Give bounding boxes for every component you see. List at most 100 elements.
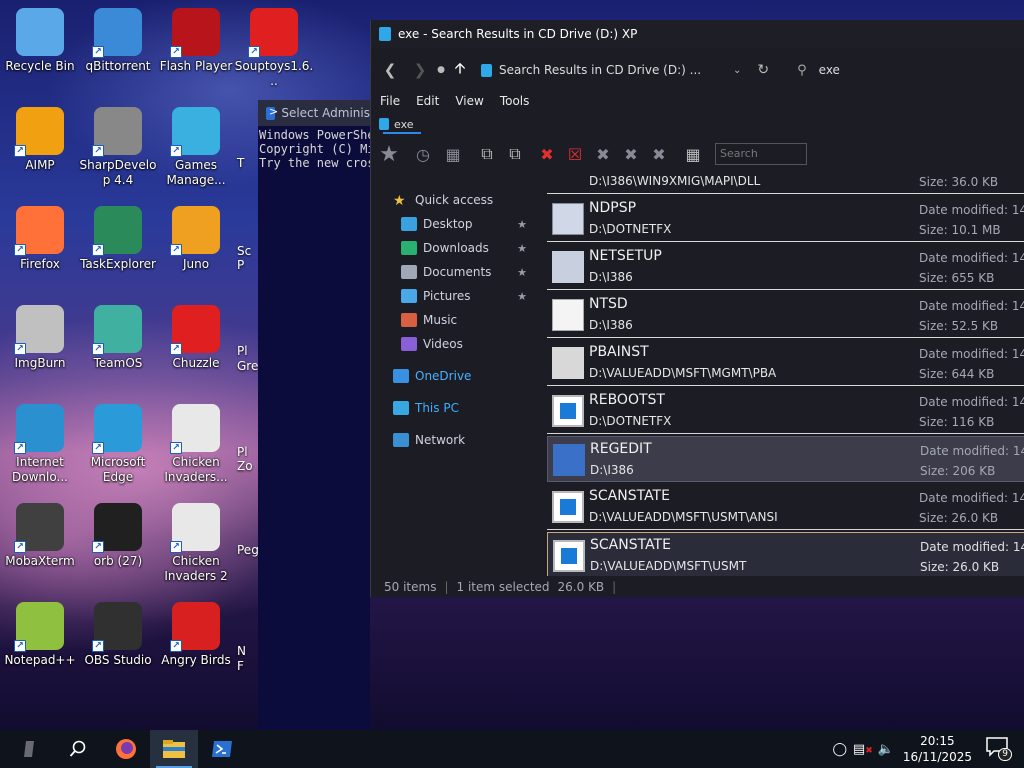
file-row[interactable]: SCANSTATE Date modified: 14/0 D:\VALUEADD\… xyxy=(547,484,1024,530)
back-button[interactable]: ❮ xyxy=(375,61,405,79)
file-date-modified: Date modified: 14/0 xyxy=(919,395,1024,409)
desktop-icon[interactable]: ↗ ImgBurn xyxy=(0,301,80,397)
desktop-icon-label: Recycle Bin xyxy=(5,59,75,73)
taskbar-file-explorer[interactable] xyxy=(150,730,198,768)
windows-logo-icon[interactable]: ▦ xyxy=(439,142,467,166)
powershell-window[interactable]: Select Adminis Windows PowerSheCopyright… xyxy=(258,100,375,730)
scissors-icon[interactable]: ✖ xyxy=(617,142,645,166)
explorer-titlebar[interactable]: exe - Search Results in CD Drive (D:) XP xyxy=(371,20,1024,48)
desktop-icon[interactable]: ↗ Games Manage... xyxy=(156,103,236,199)
desktop-icon[interactable]: Recycle Bin xyxy=(0,4,80,100)
nav-item-desktop[interactable]: Desktop ★ xyxy=(371,212,531,236)
file-row[interactable]: D:\I386\WIN9XMIG\MAPI\DLL Size: 36.0 KB xyxy=(547,168,1024,194)
start-icon xyxy=(24,741,34,757)
nav-item-documents[interactable]: Documents ★ xyxy=(371,260,531,284)
powershell-titlebar[interactable]: Select Adminis xyxy=(258,100,370,126)
file-size: Size: 52.5 KB xyxy=(919,319,999,333)
nav-item-this-pc[interactable]: This PC xyxy=(371,396,531,420)
desktop-icon[interactable]: ↗ SharpDevelop 4.4 xyxy=(78,103,158,199)
search-input[interactable]: exe xyxy=(819,63,840,77)
undo-icon[interactable]: ✖ xyxy=(645,142,673,166)
nav-item-star[interactable]: ★ Quick access xyxy=(371,188,531,212)
nav-item-onedrive[interactable]: OneDrive xyxy=(371,364,531,388)
forward-button[interactable]: ❯ xyxy=(405,61,435,79)
desktop-icon[interactable]: ↗ OBS Studio xyxy=(78,598,158,694)
desktop-icon[interactable]: ↗ AIMP xyxy=(0,103,80,199)
desktop-icon-label: TaskExplorer xyxy=(80,257,156,271)
volume-muted-icon[interactable]: 🔈 xyxy=(875,742,897,757)
desktop-icon[interactable]: ↗ Chicken Invaders... xyxy=(156,400,236,496)
toolbar-search-input[interactable]: Search xyxy=(715,143,807,165)
file-row[interactable]: PBAINST Date modified: 14/0 D:\VALUEADD\MS… xyxy=(547,340,1024,386)
nav-item-pictures[interactable]: Pictures ★ xyxy=(371,284,531,308)
menu-bar: File Edit View Tools xyxy=(371,94,545,110)
shortcut-arrow-icon: ↗ xyxy=(170,145,182,157)
network-status-icon[interactable]: ▤✖ xyxy=(851,742,875,757)
tab-exe[interactable]: exe xyxy=(379,116,414,132)
desktop-icon[interactable]: ↗ orb (27) xyxy=(78,499,158,595)
favorites-star-icon[interactable]: ★ xyxy=(375,142,403,167)
angry-birds-icon: ↗ xyxy=(170,602,220,652)
desktop-icon[interactable]: ↗ Flash Player xyxy=(156,4,236,100)
move-to-icon[interactable]: ⧉ xyxy=(501,142,529,166)
file-row[interactable]: NTSD Date modified: 14/0 D:\I386 Size: 52.5… xyxy=(547,292,1024,338)
nav-item-downloads[interactable]: Downloads ★ xyxy=(371,236,531,260)
chicken-invaders-2-icon: ↗ xyxy=(170,503,220,553)
network-icon xyxy=(393,433,409,447)
refresh-button[interactable]: ↻ xyxy=(757,62,769,78)
delete-icon[interactable]: ✖ xyxy=(533,142,561,166)
desktop-icon[interactable]: ↗ Chuzzle xyxy=(156,301,236,397)
file-row[interactable]: NDPSP Date modified: 14/0 D:\DOTNETFX Size:… xyxy=(547,196,1024,242)
menu-edit[interactable]: Edit xyxy=(416,94,439,110)
file-row[interactable]: REGEDIT Date modified: 14/0 D:\I386 Size: 2… xyxy=(547,436,1024,482)
file-path: D:\VALUEADD\MSFT\USMT\ANSI xyxy=(589,510,778,524)
file-row[interactable]: NETSETUP Date modified: 14/0 D:\I386 Size: … xyxy=(547,244,1024,290)
desktop-icon[interactable]: ↗ Angry Birds xyxy=(156,598,236,694)
file-date-modified: Date modified: 14/0 xyxy=(919,203,1024,217)
system-tray: ◯ ▤✖ 🔈 20:15 16/11/2025 9 xyxy=(829,730,1024,768)
start-button[interactable] xyxy=(6,730,54,768)
nav-item-music[interactable]: Music xyxy=(371,308,531,332)
sharpdevelop-icon: ↗ xyxy=(92,107,142,157)
menu-file[interactable]: File xyxy=(380,94,400,110)
up-button[interactable]: 🡩 xyxy=(447,58,473,83)
file-row[interactable]: SCANSTATE Date modified: 14/0 D:\VALUEADD\… xyxy=(547,532,1024,576)
powershell-console[interactable]: Windows PowerShe Copyright (C) Mi Try the … xyxy=(258,126,375,170)
menu-view[interactable]: View xyxy=(455,94,483,110)
desktop-icon[interactable]: ↗ Juno xyxy=(156,202,236,298)
recent-locations-button[interactable]: ● xyxy=(435,65,447,75)
delete-permanent-icon[interactable]: ☒ xyxy=(561,142,589,166)
nav-item-network[interactable]: Network xyxy=(371,428,531,452)
file-explorer-window[interactable]: exe - Search Results in CD Drive (D:) XP… xyxy=(370,20,1024,597)
meet-now-icon[interactable]: ◯ xyxy=(829,742,851,757)
desktop-icon-label: TeamOS xyxy=(93,356,143,370)
taskbar-powershell[interactable] xyxy=(198,730,246,768)
view-options-icon[interactable]: ▦ xyxy=(679,142,707,166)
clock[interactable]: 20:15 16/11/2025 xyxy=(903,733,972,765)
menu-tools[interactable]: Tools xyxy=(500,94,530,110)
shortcut-arrow-icon: ↗ xyxy=(92,46,104,58)
breadcrumb[interactable]: Search Results in CD Drive (D:) ... xyxy=(481,63,731,77)
copy-to-icon[interactable]: ⧉ xyxy=(473,142,501,166)
desktop-icon[interactable]: ↗ Souptoys1.6... xyxy=(234,4,314,100)
history-icon[interactable]: ◷ xyxy=(409,142,437,166)
search-button[interactable] xyxy=(54,730,102,768)
address-dropdown-button[interactable]: ⌄ xyxy=(733,65,741,76)
file-row[interactable]: REBOOTST Date modified: 14/0 D:\DOTNETFX Si… xyxy=(547,388,1024,434)
nav-item-label: Videos xyxy=(423,337,463,351)
desktop-icon[interactable]: ↗ MobaXterm xyxy=(0,499,80,595)
desktop-icon[interactable]: ↗ Microsoft Edge xyxy=(78,400,158,496)
notification-center-button[interactable]: 9 xyxy=(986,737,1012,761)
desktop-icon[interactable]: ↗ qBittorrent xyxy=(78,4,158,100)
desktop-icon[interactable]: ↗ Firefox xyxy=(0,202,80,298)
nav-item-videos[interactable]: Videos xyxy=(371,332,531,356)
taskbar-firefox[interactable] xyxy=(102,730,150,768)
cut-icon[interactable]: ✖ xyxy=(589,142,617,166)
desktop-icon[interactable]: ↗ Chicken Invaders 2 xyxy=(156,499,236,595)
desktop-icon[interactable]: ↗ TeamOS xyxy=(78,301,158,397)
desktop-icon[interactable]: ↗ TaskExplorer xyxy=(78,202,158,298)
desktop-icon[interactable]: ↗ Notepad++ xyxy=(0,598,80,694)
desktop-icon[interactable]: ↗ Internet Downlo... xyxy=(0,400,80,496)
file-name: REBOOTST xyxy=(589,392,665,408)
search-box[interactable]: ⚲ exe xyxy=(797,63,840,78)
